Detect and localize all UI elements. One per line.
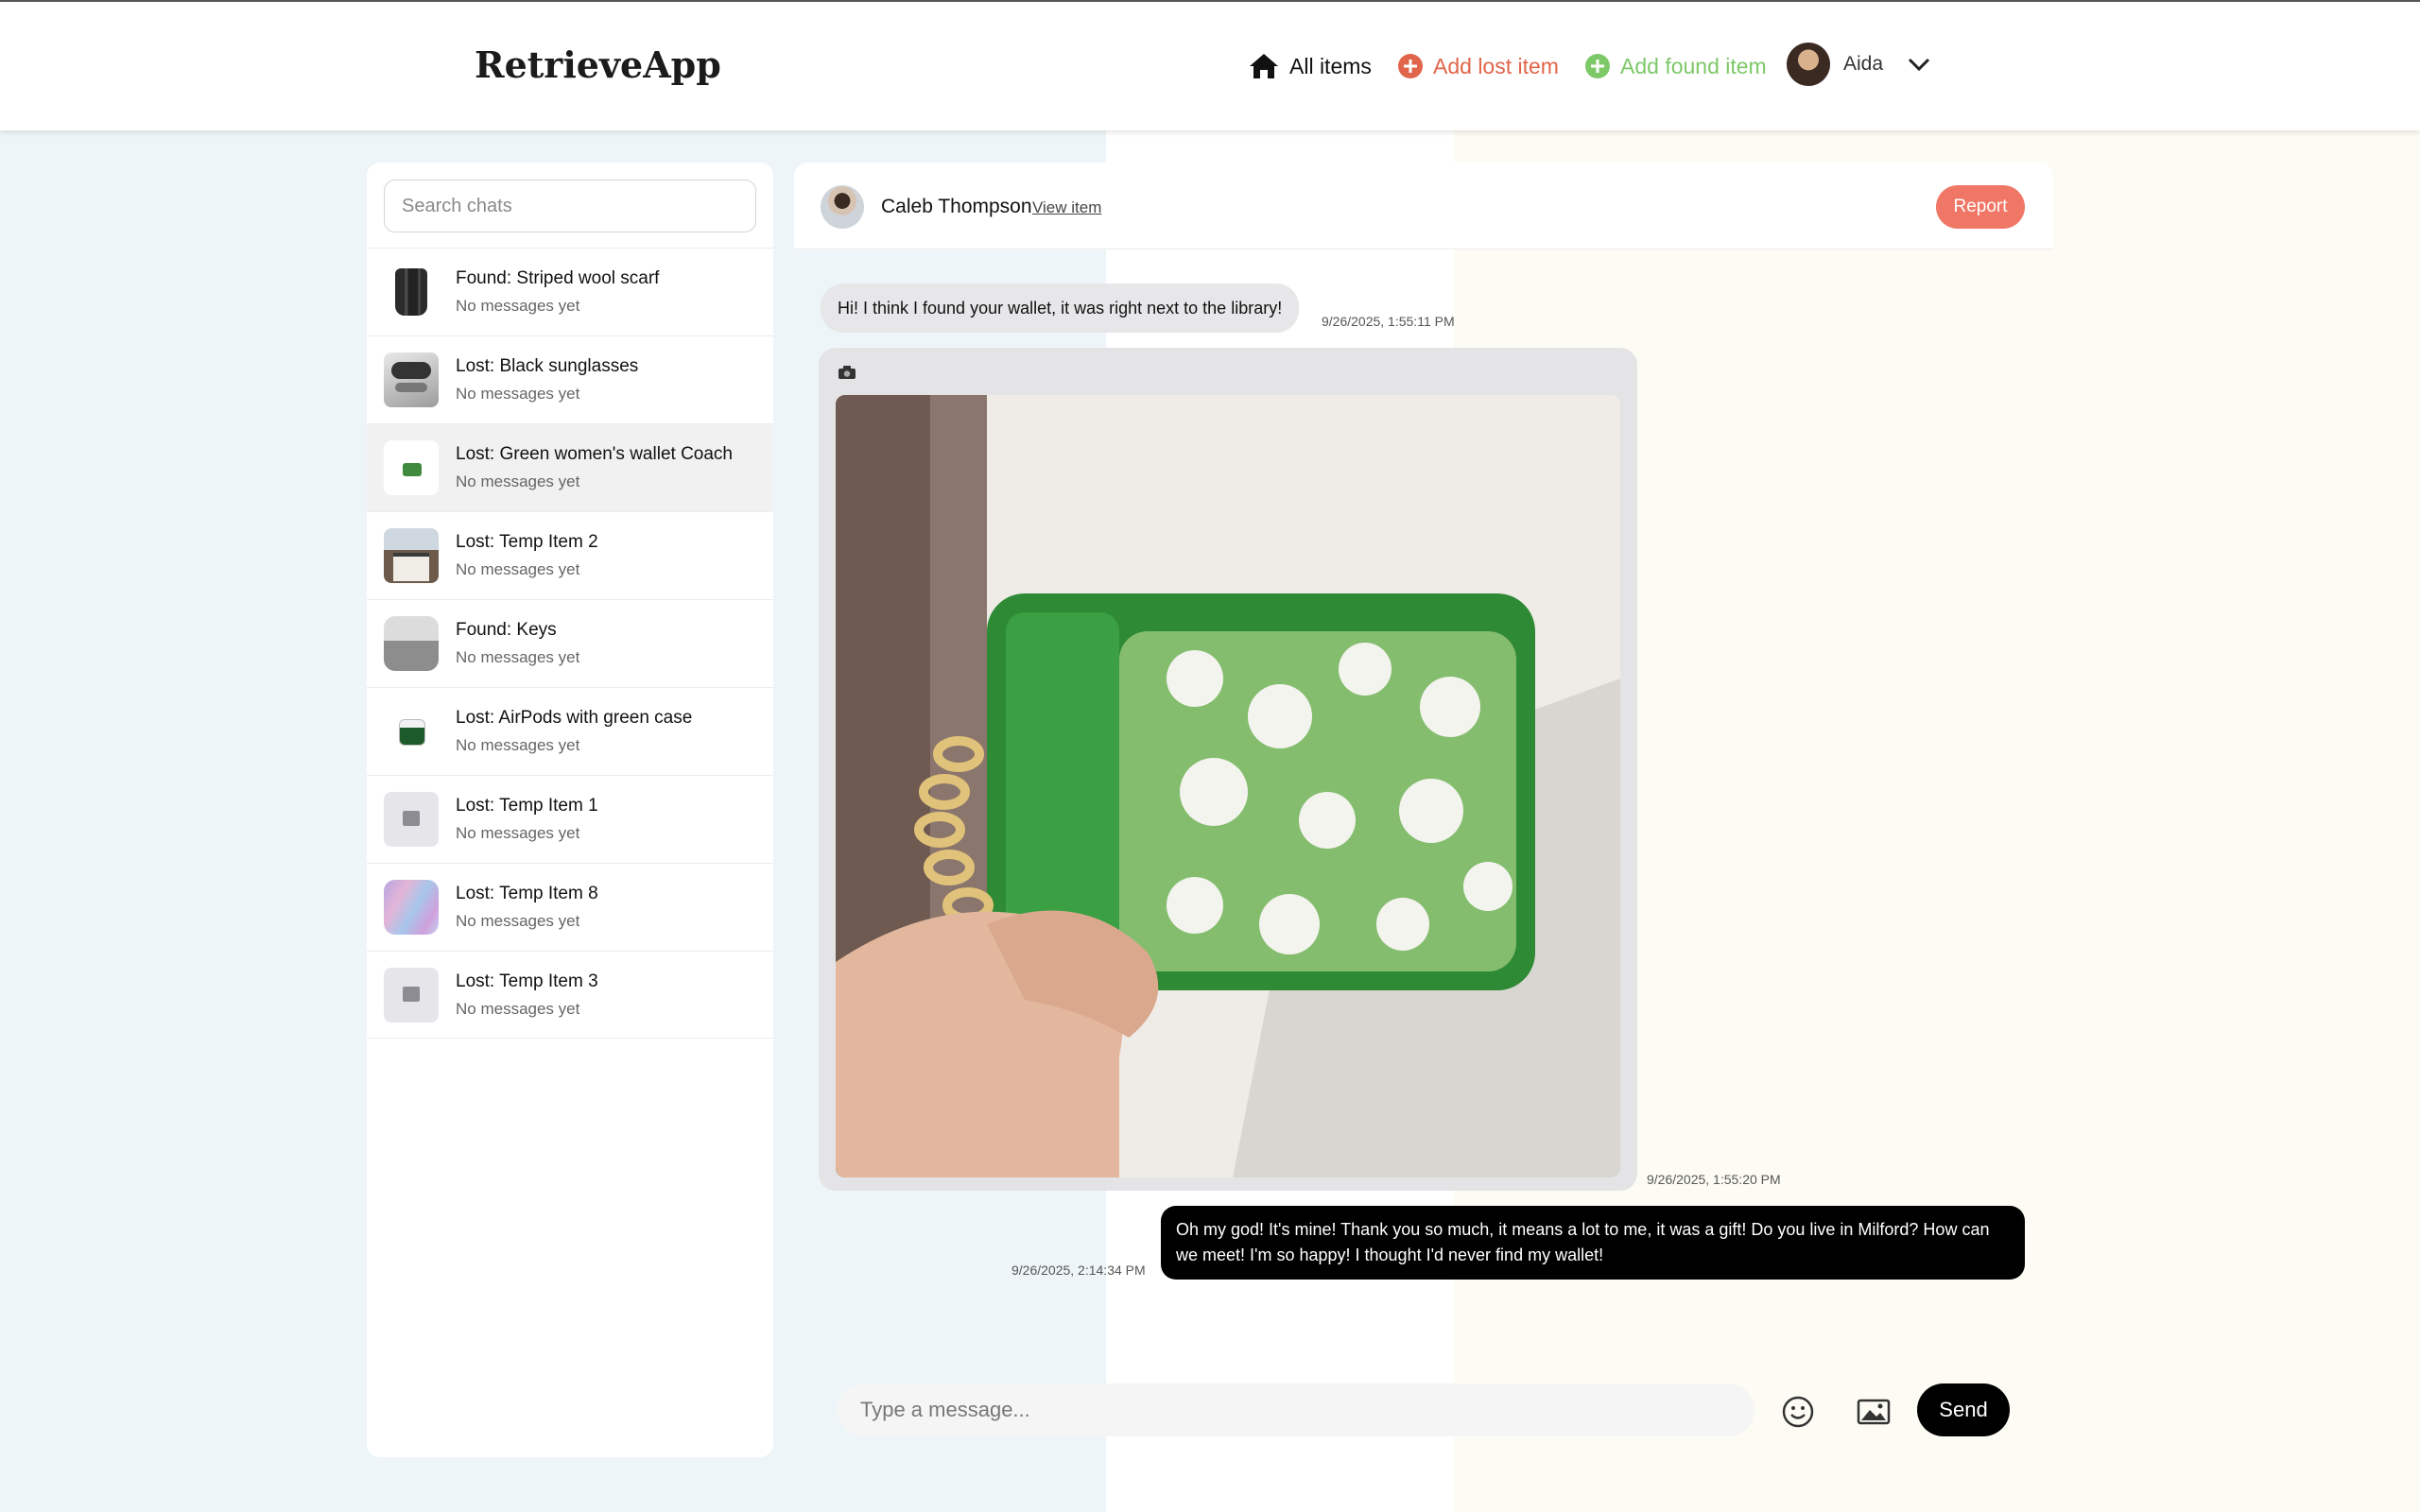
chat-item-active[interactable]: Lost: Green women's wallet Coach No messa… [367,423,773,511]
home-icon [1250,54,1278,78]
contact-avatar [821,185,864,229]
chat-item[interactable]: Lost: Temp Item 3 No messages yet [367,951,773,1039]
chat-item-subtitle: No messages yet [456,648,580,666]
chat-list: Found: Striped wool scarf No messages yet… [367,248,773,1039]
outgoing-message: Oh my god! It's mine! Thank you so much,… [1161,1206,2025,1280]
plus-circle-icon [1585,54,1610,78]
image-placeholder-icon [384,967,439,1022]
contact-name: Caleb Thompson [881,196,1032,217]
chat-item[interactable]: Found: Keys No messages yet [367,599,773,687]
chat-item-title: Lost: Temp Item 8 [456,884,598,903]
message-text: Oh my god! It's mine! Thank you so much,… [1176,1220,1990,1264]
chat-item[interactable]: Lost: AirPods with green case No messages… [367,687,773,775]
item-thumbnail [384,352,439,407]
nav-add-lost-label: Add lost item [1433,53,1559,78]
incoming-message: Hi! I think I found your wallet, it was … [821,284,1300,333]
item-thumbnail [384,616,439,671]
green-wallet-image [836,395,1620,1177]
item-thumbnail [384,880,439,935]
chat-item[interactable]: Lost: Temp Item 8 No messages yet [367,863,773,951]
chat-item-title: Lost: Green women's wallet Coach [456,444,733,464]
nav-add-lost-item[interactable]: Add lost item [1397,45,1559,87]
nav-all-items[interactable]: All items [1248,45,1372,87]
item-thumbnail [384,265,439,319]
emoji-button[interactable] [1777,1391,1819,1433]
chat-item-subtitle: No messages yet [456,560,580,578]
chat-item[interactable]: Lost: Temp Item 1 No messages yet [367,775,773,863]
nav-all-items-label: All items [1289,53,1372,78]
chat-item-subtitle: No messages yet [456,297,580,315]
chat-item-subtitle: No messages yet [456,999,580,1018]
search-chats-input[interactable] [384,180,756,232]
image-icon [1857,1399,1891,1425]
user-avatar [1787,43,1830,86]
incoming-image-message [819,348,1637,1191]
nav-add-found-label: Add found item [1620,53,1767,78]
wallet-photo[interactable] [836,395,1620,1177]
chat-sidebar: Found: Striped wool scarf No messages yet… [367,163,773,1457]
view-item-link[interactable]: View item [1032,198,1101,217]
chat-item-title: Lost: Black sunglasses [456,356,639,376]
chat-item-title: Lost: Temp Item 3 [456,971,598,991]
chat-item-title: Found: Keys [456,620,557,640]
chat-item-title: Found: Striped wool scarf [456,268,660,288]
message-text: Hi! I think I found your wallet, it was … [838,298,1283,318]
brand-logo[interactable]: RetrieveApp [475,43,721,86]
chat-item[interactable]: Lost: Temp Item 2 No messages yet [367,511,773,599]
user-menu[interactable]: Aida [1787,43,1930,86]
chat-item[interactable]: Found: Striped wool scarf No messages yet [367,248,773,335]
item-thumbnail [384,528,439,583]
chat-item-subtitle: No messages yet [456,385,580,403]
user-name: Aida [1843,53,1884,75]
message-timestamp: 9/26/2025, 2:14:34 PM [1011,1263,1146,1278]
message-timestamp: 9/26/2025, 1:55:11 PM [1322,314,1455,329]
nav-add-found-item[interactable]: Add found item [1584,45,1767,87]
item-thumbnail [384,440,439,495]
plus-circle-icon [1398,54,1423,78]
chat-item-subtitle: No messages yet [456,824,580,842]
item-thumbnail [384,704,439,759]
smiley-icon [1782,1396,1814,1428]
camera-icon [838,366,856,379]
chat-item-subtitle: No messages yet [456,912,580,930]
attach-image-button[interactable] [1853,1391,1894,1433]
chat-item-subtitle: No messages yet [456,736,580,754]
chat-header: Caleb Thompson View item Report [794,163,2053,249]
send-button[interactable]: Send [1917,1383,2010,1436]
top-navbar: RetrieveApp All items Add lost item Add … [0,0,2420,130]
chat-item[interactable]: Lost: Black sunglasses No messages yet [367,335,773,423]
chat-item-title: Lost: Temp Item 2 [456,532,598,552]
report-button[interactable]: Report [1936,185,2025,229]
image-placeholder-icon [384,792,439,847]
message-timestamp: 9/26/2025, 1:55:20 PM [1647,1172,1781,1187]
chevron-down-icon[interactable] [1908,57,1930,72]
chat-item-subtitle: No messages yet [456,472,580,490]
chat-item-title: Lost: AirPods with green case [456,708,693,728]
message-input[interactable] [838,1383,1754,1436]
chat-item-title: Lost: Temp Item 1 [456,796,598,816]
